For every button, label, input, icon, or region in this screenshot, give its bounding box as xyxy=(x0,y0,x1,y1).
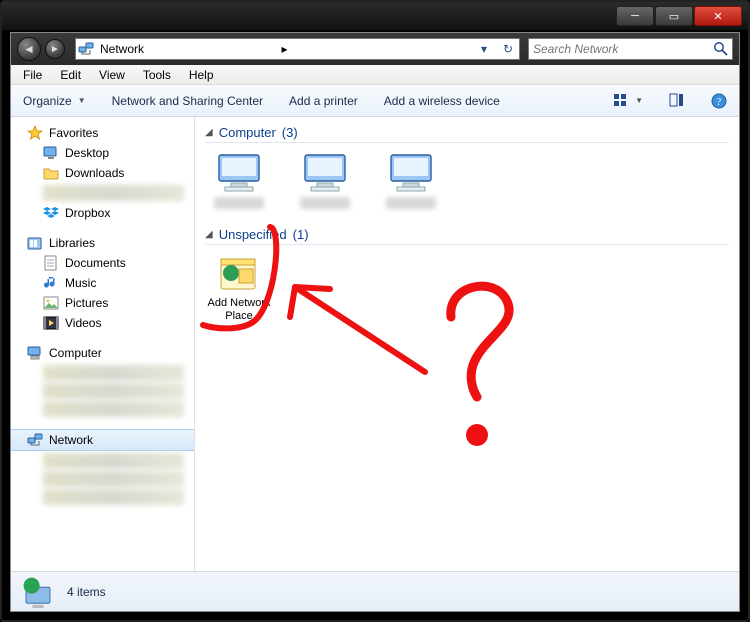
sidebar-item-redacted xyxy=(43,365,184,381)
sidebar-item-redacted xyxy=(43,383,184,399)
nav-back-button[interactable]: ◄ xyxy=(17,37,41,61)
sidebar-item-redacted xyxy=(43,185,184,201)
window-maximize-button[interactable]: ▭ xyxy=(655,6,693,26)
nav-bar: ◄ ► Network ▸ ▾ ↻ xyxy=(11,33,739,65)
collapse-triangle-icon: ◢ xyxy=(205,127,213,138)
desktop-icon xyxy=(43,145,59,161)
view-options-button[interactable]: ▼ xyxy=(609,91,647,111)
music-icon xyxy=(43,275,59,291)
sidebar-item-music[interactable]: Music xyxy=(11,273,194,293)
computer-item[interactable] xyxy=(377,149,445,209)
item-label-redacted xyxy=(214,197,264,209)
item-label: Add Network Place xyxy=(205,297,273,322)
search-input[interactable] xyxy=(529,42,710,56)
sidebar-item-videos[interactable]: Videos xyxy=(11,313,194,333)
sidebar-computer[interactable]: Computer xyxy=(11,343,194,363)
menu-tools[interactable]: Tools xyxy=(135,66,179,84)
sidebar-item-redacted xyxy=(43,453,184,469)
libraries-icon xyxy=(27,235,43,251)
monitor-icon xyxy=(215,149,263,193)
add-wireless-button[interactable]: Add a wireless device xyxy=(380,92,504,110)
computer-icon xyxy=(27,345,43,361)
video-icon xyxy=(43,315,59,331)
monitor-icon xyxy=(387,149,435,193)
menu-help[interactable]: Help xyxy=(181,66,222,84)
sidebar-item-desktop[interactable]: Desktop xyxy=(11,143,194,163)
status-item-count: 4 items xyxy=(67,585,106,599)
sidebar-item-downloads[interactable]: Downloads xyxy=(11,163,194,183)
star-icon xyxy=(27,125,43,141)
network-sharing-center-button[interactable]: Network and Sharing Center xyxy=(108,92,267,110)
group-header-computer[interactable]: ◢ Computer (3) xyxy=(205,125,729,143)
dropbox-icon xyxy=(43,205,59,221)
toolbar: Organize ▼ Network and Sharing Center Ad… xyxy=(11,85,739,117)
group-header-unspecified[interactable]: ◢ Unspecified (1) xyxy=(205,227,729,245)
sidebar-item-redacted xyxy=(43,489,184,505)
sidebar-item-pictures[interactable]: Pictures xyxy=(11,293,194,313)
address-dropdown-button[interactable]: ▾ xyxy=(475,40,493,58)
chevron-down-icon: ▼ xyxy=(635,96,643,105)
breadcrumb-arrow-icon[interactable]: ▸ xyxy=(281,42,287,56)
organize-label: Organize xyxy=(23,94,72,108)
address-text: Network xyxy=(100,42,275,56)
sidebar-item-redacted xyxy=(43,471,184,487)
preview-pane-button[interactable] xyxy=(665,91,689,111)
add-network-place-icon xyxy=(215,251,263,295)
computer-item[interactable] xyxy=(205,149,273,209)
computer-item[interactable] xyxy=(291,149,359,209)
sidebar-libraries[interactable]: Libraries xyxy=(11,233,194,253)
view-grid-icon xyxy=(613,93,629,109)
menu-view[interactable]: View xyxy=(91,66,133,84)
sidebar-item-documents[interactable]: Documents xyxy=(11,253,194,273)
document-icon xyxy=(43,255,59,271)
folder-icon xyxy=(43,165,59,181)
help-button[interactable] xyxy=(707,91,731,111)
menu-file[interactable]: File xyxy=(15,66,50,84)
network-globe-icon xyxy=(21,576,55,608)
collapse-triangle-icon: ◢ xyxy=(205,229,213,240)
chevron-down-icon: ▼ xyxy=(78,96,86,105)
details-pane: 4 items xyxy=(11,571,739,611)
sidebar-item-redacted xyxy=(43,401,184,417)
menu-edit[interactable]: Edit xyxy=(52,66,89,84)
titlebar: ─ ▭ ✕ xyxy=(2,2,748,30)
add-network-place-item[interactable]: Add Network Place xyxy=(205,251,273,322)
organize-button[interactable]: Organize ▼ xyxy=(19,92,90,110)
network-icon xyxy=(78,41,94,57)
item-label-redacted xyxy=(386,197,436,209)
help-icon xyxy=(711,93,727,109)
window-minimize-button[interactable]: ─ xyxy=(616,6,654,26)
add-printer-button[interactable]: Add a printer xyxy=(285,92,362,110)
menu-bar: File Edit View Tools Help xyxy=(11,65,739,85)
monitor-icon xyxy=(301,149,349,193)
window-close-button[interactable]: ✕ xyxy=(694,6,742,26)
sidebar-favorites[interactable]: Favorites xyxy=(11,123,194,143)
search-icon[interactable] xyxy=(710,39,732,59)
picture-icon xyxy=(43,295,59,311)
nav-forward-button[interactable]: ► xyxy=(45,39,65,59)
preview-pane-icon xyxy=(669,93,685,109)
navigation-pane: Favorites Desktop Downloads Dropbox xyxy=(11,117,195,571)
refresh-button[interactable]: ↻ xyxy=(499,40,517,58)
sidebar-item-dropbox[interactable]: Dropbox xyxy=(11,203,194,223)
address-bar[interactable]: Network ▸ ▾ ↻ xyxy=(75,38,520,60)
search-box[interactable] xyxy=(528,38,733,60)
network-icon xyxy=(27,432,43,448)
item-label-redacted xyxy=(300,197,350,209)
sidebar-network[interactable]: Network xyxy=(11,429,194,451)
content-pane: ◢ Computer (3) xyxy=(195,117,739,571)
